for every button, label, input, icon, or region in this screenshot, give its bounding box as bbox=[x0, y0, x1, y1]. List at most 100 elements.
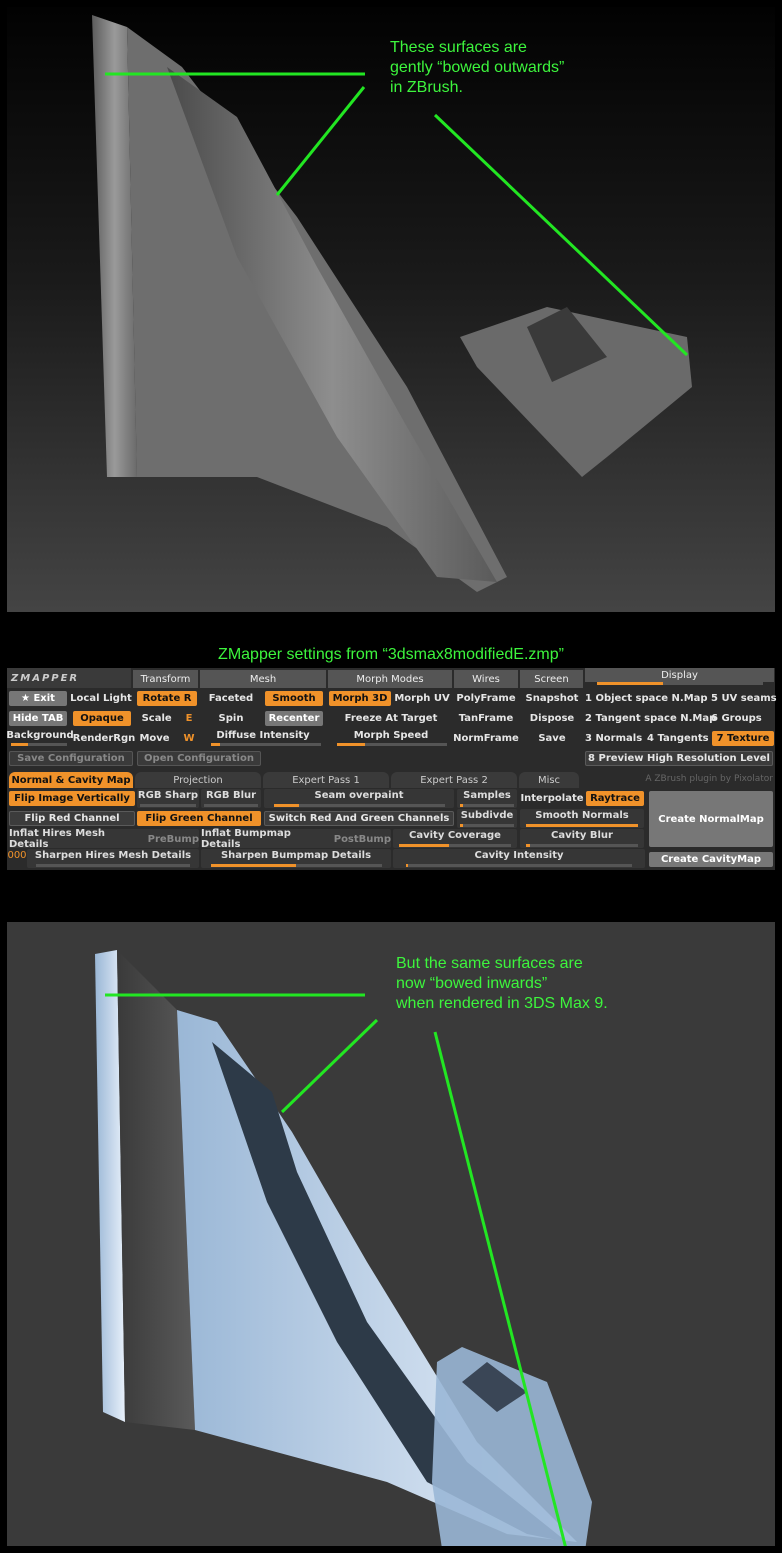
zmapper-logo: ZMAPPER bbox=[7, 668, 131, 688]
display-slider[interactable] bbox=[597, 682, 763, 685]
samples-slider[interactable]: Samples bbox=[457, 789, 517, 808]
display-normals[interactable]: 3 Normals bbox=[585, 731, 647, 746]
sharpen-bumpmap-label: Sharpen Bumpmap Details bbox=[220, 850, 372, 861]
zmapper-panel: ZMAPPER Transform Mesh Morph Modes Wires… bbox=[6, 668, 777, 870]
seam-overpaint-label: Seam overpaint bbox=[314, 790, 404, 801]
move-button[interactable]: Move W bbox=[137, 731, 197, 746]
exit-label: Exit bbox=[33, 693, 55, 704]
scale-button[interactable]: Scale E bbox=[137, 711, 197, 726]
inflat-hires-mesh-details-slider[interactable]: Inflat Hires Mesh Details PreBump bbox=[9, 828, 199, 850]
seam-overpaint-slider[interactable]: Seam overpaint bbox=[264, 789, 454, 808]
plugin-credit: A ZBrush plugin by Pixolator bbox=[645, 774, 773, 784]
header-display: Display bbox=[585, 668, 775, 682]
cavity-coverage-slider[interactable]: Cavity Coverage bbox=[393, 829, 517, 848]
snapshot-button[interactable]: Snapshot bbox=[522, 691, 582, 706]
prebump-label: PreBump bbox=[147, 833, 199, 845]
display-object-space-nmap[interactable]: 1 Object space N.Map bbox=[585, 691, 709, 706]
create-normalmap-button[interactable]: Create NormalMap bbox=[649, 791, 773, 847]
bottom-note: But the same surfaces are now “bowed inw… bbox=[396, 954, 608, 1014]
tab-expert-pass-2[interactable]: Expert Pass 2 bbox=[391, 772, 517, 788]
postbump-label: PostBump bbox=[333, 833, 391, 845]
header-morph-modes: Morph Modes bbox=[328, 670, 453, 688]
tab-misc[interactable]: Misc bbox=[519, 772, 579, 788]
open-configuration-button[interactable]: Open Configuration bbox=[137, 751, 261, 766]
sharpen-bumpmap-details-slider[interactable]: Sharpen Bumpmap Details bbox=[201, 849, 391, 868]
sharpen-hires-mesh-details-slider[interactable]: Sharpen Hires Mesh Details bbox=[27, 849, 199, 868]
subdivide-slider[interactable]: Subdivde bbox=[457, 809, 517, 828]
zmapper-title: ZMapper settings from “3dsmax8modifiedE.… bbox=[218, 646, 564, 663]
move-key: W bbox=[183, 733, 195, 744]
morph-3d-button[interactable]: Morph 3D bbox=[329, 691, 391, 706]
rgb-sharp-slider[interactable]: RGB Sharp bbox=[137, 789, 199, 808]
move-label: Move bbox=[139, 733, 170, 744]
display-uv-seams[interactable]: 5 UV seams bbox=[711, 691, 777, 706]
top-note-line-1: These surfaces are bbox=[390, 39, 527, 56]
dispose-button[interactable]: Dispose bbox=[522, 711, 582, 726]
tab-expert-pass-1[interactable]: Expert Pass 1 bbox=[263, 772, 389, 788]
spin-button[interactable]: Spin bbox=[203, 711, 259, 726]
rgb-blur-slider[interactable]: RGB Blur bbox=[201, 789, 261, 808]
background-slider[interactable]: Background bbox=[6, 729, 73, 742]
switch-red-green-channels-button[interactable]: Switch Red And Green Channels bbox=[264, 811, 454, 826]
opaque-button[interactable]: Opaque bbox=[73, 711, 131, 726]
top-note-line-2: gently “bowed outwards” bbox=[390, 59, 565, 76]
local-light-button[interactable]: Local Light bbox=[69, 691, 133, 706]
recenter-button[interactable]: Recenter bbox=[265, 711, 323, 726]
diffuse-intensity-bar[interactable] bbox=[211, 743, 321, 746]
tab-projection[interactable]: Projection bbox=[135, 772, 261, 788]
normframe-button[interactable]: NormFrame bbox=[453, 731, 519, 746]
faceted-button[interactable]: Faceted bbox=[203, 691, 259, 706]
save-configuration-button[interactable]: Save Configuration bbox=[9, 751, 133, 766]
rotate-button[interactable]: Rotate R bbox=[137, 691, 197, 706]
morph-speed-slider[interactable]: Morph Speed bbox=[329, 729, 453, 742]
flip-green-channel-button[interactable]: Flip Green Channel bbox=[137, 811, 261, 826]
scale-key: E bbox=[185, 713, 193, 724]
flip-image-vertically-button[interactable]: Flip Image Vertically bbox=[9, 791, 135, 806]
smooth-normals-label: Smooth Normals bbox=[535, 810, 629, 821]
sharpen-hires-label: Sharpen Hires Mesh Details bbox=[34, 850, 192, 861]
cavity-intensity-slider[interactable]: Cavity Intensity bbox=[393, 849, 645, 868]
cavity-blur-slider[interactable]: Cavity Blur bbox=[520, 829, 644, 848]
morph-speed-bar[interactable] bbox=[337, 743, 447, 746]
cavity-coverage-label: Cavity Coverage bbox=[409, 830, 501, 841]
background-slider-bar[interactable] bbox=[11, 743, 67, 746]
header-wires: Wires bbox=[454, 670, 519, 688]
freeze-at-target-button[interactable]: Freeze At Target bbox=[329, 711, 453, 726]
morph-uv-button[interactable]: Morph UV bbox=[393, 691, 451, 706]
top-note-line-3: in ZBrush. bbox=[390, 79, 463, 96]
smooth-button[interactable]: Smooth bbox=[265, 691, 323, 706]
render-rgn-button[interactable]: RenderRgn bbox=[73, 731, 135, 746]
bottom-note-line-2: now “bowed inwards” bbox=[396, 975, 548, 992]
raytrace-button[interactable]: Raytrace bbox=[586, 791, 644, 806]
flip-red-channel-button[interactable]: Flip Red Channel bbox=[9, 811, 135, 826]
hide-tab-button[interactable]: Hide TAB bbox=[9, 711, 67, 726]
smooth-normals-slider[interactable]: Smooth Normals bbox=[520, 809, 644, 828]
zero-value: 000 bbox=[7, 849, 27, 861]
zbrush-render-panel: These surfaces are gently “bowed outward… bbox=[7, 7, 775, 612]
bottom-note-line-3: when rendered in 3DS Max 9. bbox=[396, 995, 608, 1012]
header-transform: Transform bbox=[133, 670, 199, 688]
display-tangents[interactable]: 4 Tangents bbox=[647, 731, 711, 746]
display-texture[interactable]: 7 Texture bbox=[712, 731, 774, 746]
subdivide-label: Subdivde bbox=[460, 810, 514, 821]
polyframe-button[interactable]: PolyFrame bbox=[455, 691, 517, 706]
3dsmax-render-image bbox=[95, 950, 592, 1546]
display-tangent-space-nmap[interactable]: 2 Tangent space N.Map bbox=[585, 711, 716, 726]
header-mesh: Mesh bbox=[200, 670, 327, 688]
tanframe-button[interactable]: TanFrame bbox=[455, 711, 517, 726]
save-button[interactable]: Save bbox=[522, 731, 582, 746]
inflat-bumpmap-details-slider[interactable]: Inflat Bumpmap Details PostBump bbox=[201, 828, 391, 850]
scale-label: Scale bbox=[141, 713, 172, 724]
interpolate-button[interactable]: Interpolate bbox=[520, 791, 584, 806]
top-note: These surfaces are gently “bowed outward… bbox=[390, 38, 564, 98]
diffuse-intensity-slider[interactable]: Diffuse Intensity bbox=[203, 729, 323, 742]
preview-high-resolution-button[interactable]: 8 Preview High Resolution Level bbox=[585, 751, 773, 766]
exit-icon: ★ bbox=[21, 693, 34, 704]
create-cavitymap-button[interactable]: Create CavityMap bbox=[649, 852, 773, 867]
3dsmax-render-panel: But the same surfaces are now “bowed inw… bbox=[7, 922, 775, 1546]
tab-normal-cavity-map[interactable]: Normal & Cavity Map bbox=[9, 772, 133, 788]
exit-button[interactable]: ★ Exit bbox=[9, 691, 67, 706]
cavity-intensity-label: Cavity Intensity bbox=[474, 850, 564, 861]
inflat-hires-label: Inflat Hires Mesh Details bbox=[9, 828, 106, 850]
display-groups[interactable]: 6 Groups bbox=[711, 711, 775, 726]
